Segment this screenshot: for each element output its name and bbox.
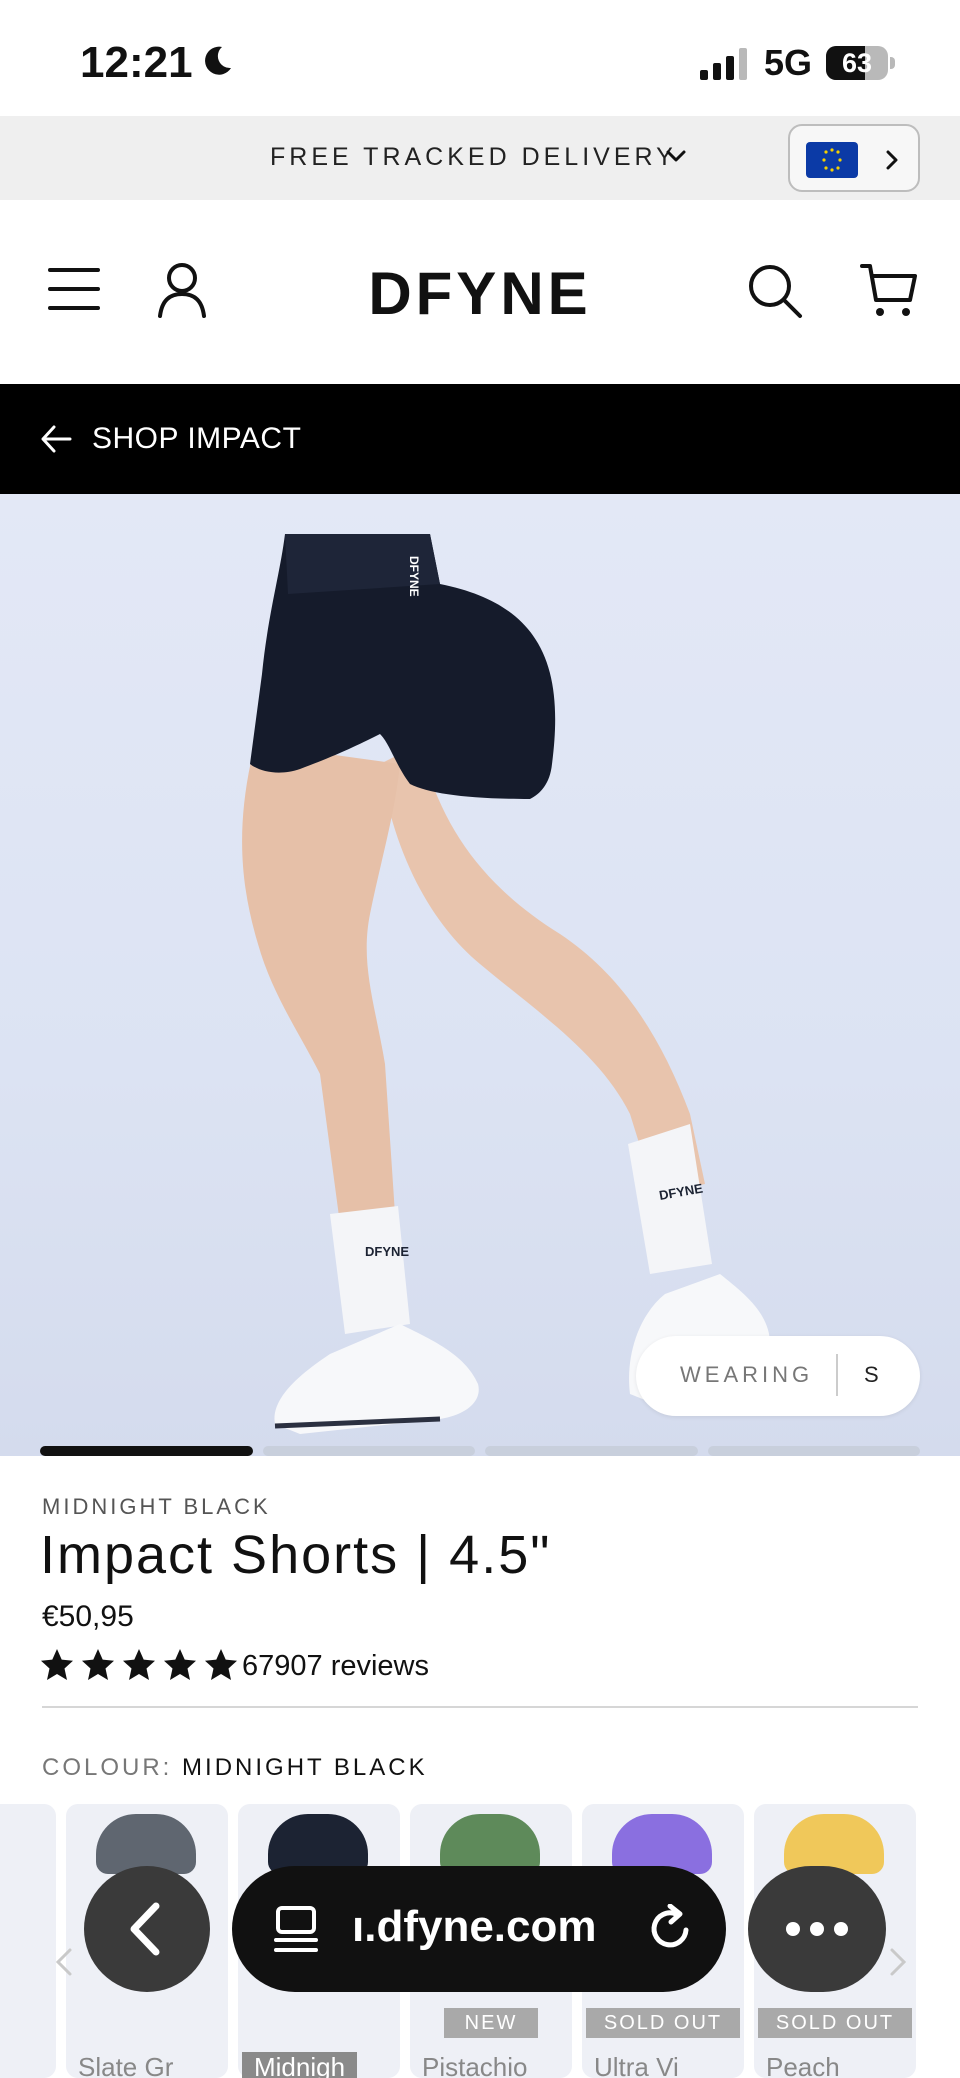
product-title: Impact Shorts | 4.5" (40, 1525, 552, 1585)
swatch-badge: SOLD OUT (586, 2008, 740, 2038)
variant-label: MIDNIGHT BLACK (42, 1494, 271, 1519)
gallery-progress-segment[interactable] (707, 1446, 920, 1456)
swatch-product-image (440, 1814, 540, 1874)
wearing-size-pill: WEARING S (636, 1336, 920, 1416)
back-label: SHOP IMPACT (92, 422, 302, 455)
gallery-progress-segment[interactable] (262, 1446, 475, 1456)
star-icon (164, 1649, 196, 1680)
colour-label: COLOUR: (42, 1754, 173, 1781)
swatch-badge: NEW (444, 2008, 538, 2038)
chevron-right-icon (886, 150, 898, 170)
star-icon (41, 1649, 73, 1680)
swatch-name: Midnigh (242, 2052, 358, 2078)
arrow-left-icon (41, 425, 72, 453)
promo-text: FREE TRACKED DELIVERY (270, 143, 677, 171)
browser-back-button[interactable] (84, 1866, 210, 1992)
swatch-product-image (268, 1814, 368, 1874)
dfyne-logo[interactable]: DFYNE (340, 264, 620, 320)
svg-text:DFYNE: DFYNE (407, 556, 421, 597)
divider (42, 1706, 918, 1708)
moon-icon (205, 46, 231, 75)
wearing-size: S (864, 1362, 879, 1387)
reload-icon[interactable] (646, 1904, 696, 1954)
signal-icon (700, 48, 747, 80)
logo-text: DFYNE (368, 264, 591, 320)
product-price: €50,95 (42, 1600, 134, 1633)
region-selector-button[interactable] (788, 124, 920, 192)
battery-percent: 63 (841, 48, 873, 78)
status-bar: 12:21 5G 63 (0, 0, 960, 116)
back-arrow-icon (130, 1902, 160, 1956)
swatch-badge: SOLD OUT (758, 2008, 912, 2038)
colour-value: MIDNIGHT BLACK (182, 1754, 428, 1781)
gallery-progress-segment[interactable] (485, 1446, 698, 1456)
swatch-product-image (784, 1814, 884, 1874)
star-icon (123, 1649, 155, 1680)
eu-flag-icon (806, 142, 858, 178)
tabs-icon[interactable] (272, 1904, 320, 1954)
svg-text:DFYNE: DFYNE (365, 1244, 409, 1259)
star-icon (205, 1649, 237, 1680)
cart-icon[interactable] (860, 262, 918, 320)
gallery-progress-segment[interactable] (40, 1446, 253, 1456)
status-time: 12:21 (80, 38, 193, 87)
more-icon (786, 1922, 848, 1936)
carousel-next-icon[interactable] (884, 1944, 912, 1980)
menu-icon[interactable] (48, 266, 100, 312)
chevron-down-icon (666, 150, 686, 162)
battery-icon: 63 (826, 46, 896, 80)
back-to-collection-bar[interactable]: SHOP IMPACT (0, 384, 960, 494)
colour-row: COLOUR: MIDNIGHT BLACK (42, 1754, 428, 1782)
search-icon[interactable] (746, 262, 804, 320)
product-photo-illustration: DFYNE DFYNE DFYNE (242, 534, 770, 1434)
swatch-name: Pistachio (422, 2052, 528, 2078)
reviews-link[interactable]: 67907 reviews (242, 1650, 429, 1683)
star-icon (82, 1649, 114, 1680)
swatch-name: Ultra Vi (594, 2052, 679, 2078)
browser-address-bar[interactable]: ı.dfyne.com (232, 1866, 726, 1992)
wearing-label: WEARING (680, 1362, 814, 1387)
url-text: ı.dfyne.com (352, 1902, 597, 1951)
carousel-prev-icon[interactable] (50, 1944, 78, 1980)
swatch-partial[interactable] (0, 1804, 56, 2078)
product-image[interactable]: DFYNE DFYNE DFYNE (0, 494, 960, 1456)
swatch-name: Slate Gr (78, 2052, 174, 2078)
swatch-name: Peach (766, 2052, 840, 2078)
network-type: 5G (764, 42, 813, 83)
account-icon[interactable] (156, 262, 208, 318)
browser-more-button[interactable] (748, 1866, 886, 1992)
swatch-product-image (96, 1814, 196, 1874)
swatch-product-image (612, 1814, 712, 1874)
